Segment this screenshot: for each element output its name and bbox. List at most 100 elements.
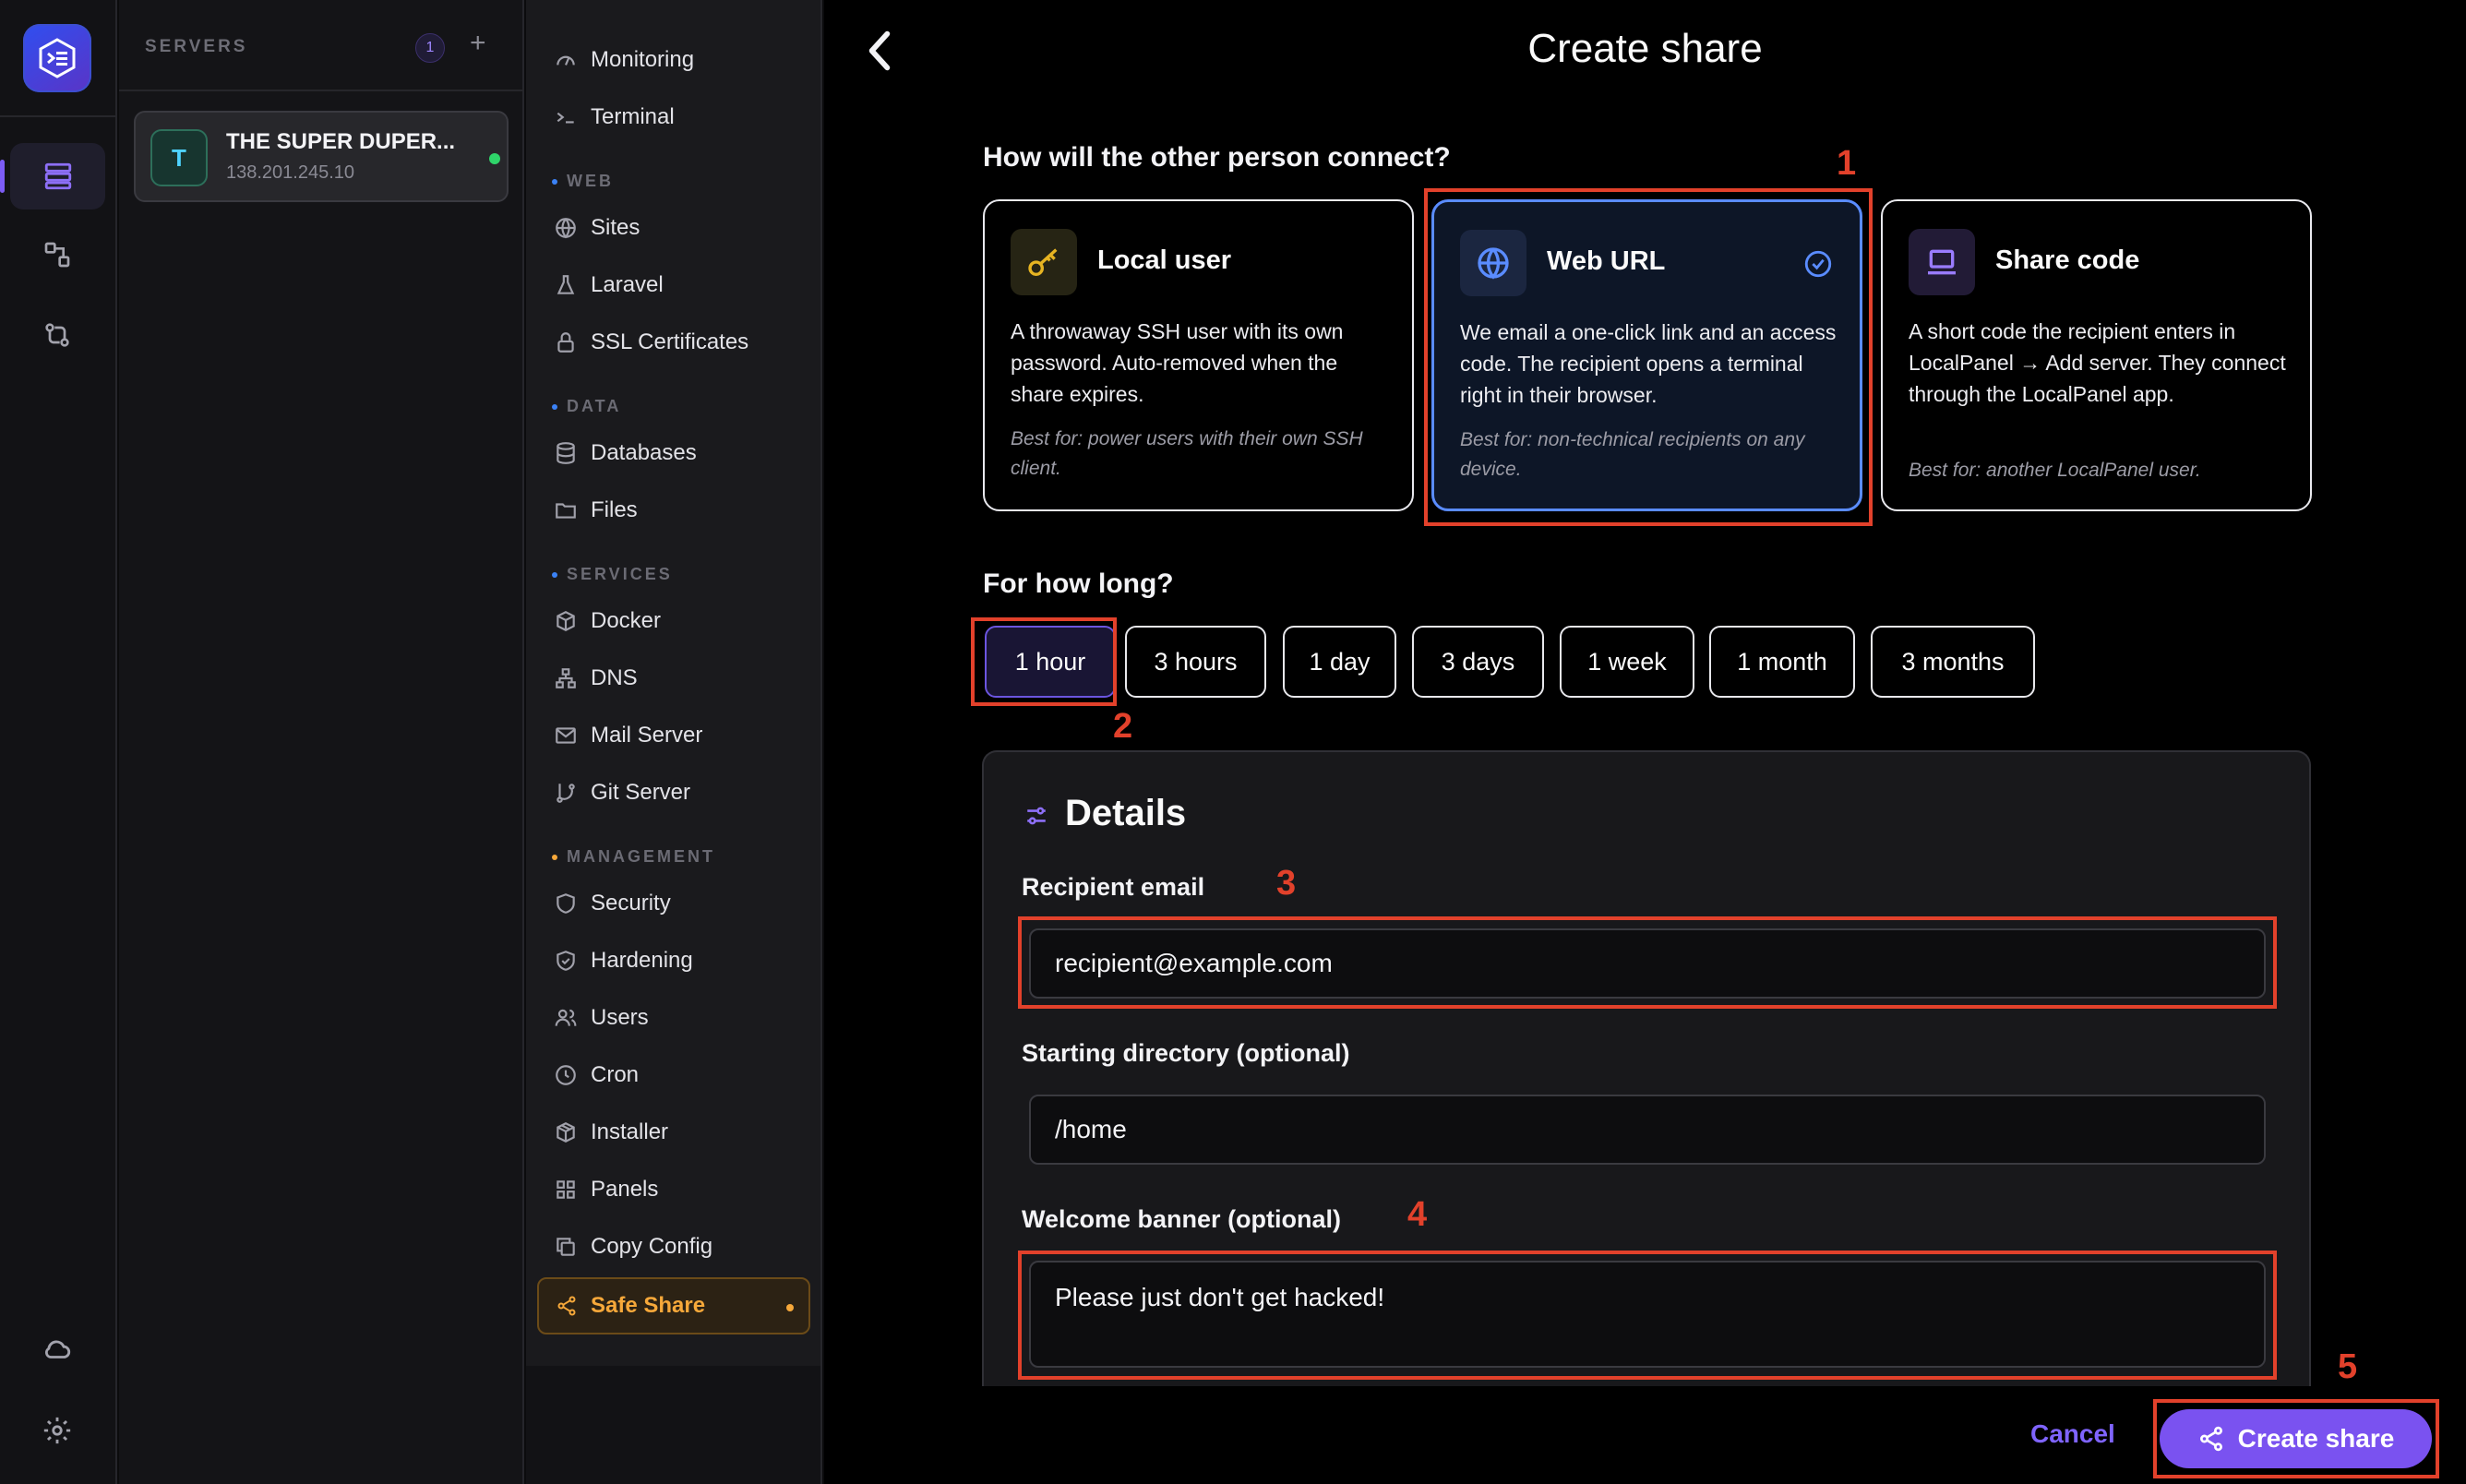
nav-item-dns[interactable]: DNS — [554, 660, 638, 697]
box-icon — [557, 611, 575, 631]
server-stack-icon — [44, 162, 71, 190]
rail-divider — [0, 115, 117, 117]
cloud-button[interactable] — [31, 1323, 83, 1375]
nav-label: Sites — [591, 215, 640, 240]
active-indicator-dot — [786, 1304, 794, 1311]
duration-option[interactable]: 1 day — [1283, 626, 1396, 698]
starting-directory-label: Starting directory (optional) — [1022, 1039, 1350, 1067]
nav-label: Safe Share — [591, 1293, 706, 1318]
option-description: A short code the recipient enters in Loc… — [1909, 319, 2286, 406]
nav-item-databases[interactable]: Databases — [554, 435, 697, 472]
nav-item-security[interactable]: Security — [554, 885, 671, 922]
option-best-for: Best for: another LocalPanel user. — [1909, 460, 2201, 481]
nav-section-services: SERVICES — [552, 565, 673, 584]
shield-check-icon — [557, 951, 575, 971]
annotation-box-2 — [971, 617, 1117, 706]
nav-label: Security — [591, 891, 671, 916]
nav-label: SSL Certificates — [591, 329, 749, 354]
annotation-box-3 — [1018, 916, 2277, 1009]
connect-question: How will the other person connect? — [983, 142, 1451, 173]
nav-section-data: DATA — [552, 397, 621, 416]
annotation-box-4 — [1018, 1251, 2277, 1380]
nav-item-hardening[interactable]: Hardening — [554, 942, 693, 979]
lock-icon — [557, 332, 574, 353]
nav-item-laravel[interactable]: Laravel — [554, 267, 664, 304]
annotation-box-5 — [2153, 1399, 2439, 1478]
topology-nav-button[interactable] — [31, 229, 83, 281]
welcome-banner-label: Welcome banner (optional) — [1022, 1205, 1342, 1233]
logo-icon — [39, 38, 76, 78]
globe-icon — [556, 218, 576, 239]
starting-directory-field[interactable]: /home — [1029, 1095, 2266, 1165]
page-title: Create share — [1527, 26, 1763, 71]
annotation-number-5: 5 — [2338, 1347, 2358, 1386]
sync-nav-button[interactable] — [31, 309, 83, 361]
nav-item-panels[interactable]: Panels — [554, 1171, 658, 1208]
server-name: THE SUPER DUPER... — [226, 129, 456, 154]
nav-label: DNS — [591, 665, 638, 690]
servers-divider — [119, 90, 524, 91]
nav-item-docker[interactable]: Docker — [554, 603, 661, 640]
settings-button[interactable] — [31, 1405, 83, 1456]
nav-section-title: SERVICES — [567, 565, 673, 583]
option-icon-box — [1909, 229, 1975, 295]
nav-section-web: WEB — [552, 172, 614, 191]
details-title: Details — [1065, 793, 1187, 833]
app-logo[interactable] — [23, 24, 91, 92]
copy-icon — [557, 1238, 575, 1256]
nav-item-monitoring[interactable]: Monitoring — [554, 42, 694, 78]
nav-label: Cron — [591, 1062, 640, 1087]
duration-option[interactable]: 1 month — [1709, 626, 1855, 698]
annotation-box-1 — [1424, 188, 1873, 526]
annotation-number-4: 4 — [1407, 1195, 1428, 1234]
servers-nav-button[interactable] — [0, 143, 105, 209]
nav-item-mail[interactable]: Mail Server — [554, 717, 702, 754]
duration-option[interactable]: 1 week — [1560, 626, 1694, 698]
option-title: Local user — [1097, 245, 1232, 275]
nav-item-terminal[interactable]: Terminal — [554, 99, 675, 136]
annotation-number-2: 2 — [1113, 707, 1133, 746]
nav-item-copy-config[interactable]: Copy Config — [554, 1228, 712, 1265]
package-icon — [557, 1122, 575, 1143]
key-icon — [1028, 248, 1058, 276]
duration-option[interactable]: 3 days — [1412, 626, 1544, 698]
git-compare-icon — [45, 323, 69, 347]
nav-item-git[interactable]: Git Server — [554, 774, 690, 811]
server-card[interactable]: T THE SUPER DUPER... 138.201.245.10 — [134, 111, 509, 202]
sliders-icon — [1027, 807, 1046, 825]
add-server-button[interactable]: + — [470, 28, 486, 59]
nav-item-ssl[interactable]: SSL Certificates — [554, 324, 748, 361]
duration-option[interactable]: 3 months — [1871, 626, 2035, 698]
network-icon — [556, 668, 576, 688]
server-status-dot — [489, 153, 500, 164]
shield-icon — [557, 893, 575, 914]
clock-icon — [556, 1065, 576, 1085]
cloud-icon — [44, 1340, 71, 1358]
annotation-number-3: 3 — [1276, 864, 1297, 903]
gauge-icon — [557, 55, 575, 66]
nav-item-users[interactable]: Users — [554, 999, 649, 1036]
nav-label: Copy Config — [591, 1234, 713, 1259]
nav-label: Hardening — [591, 948, 693, 973]
servers-panel: SERVERS 1 + T THE SUPER DUPER... 138.201… — [119, 0, 524, 1484]
topology-icon — [44, 242, 70, 268]
recipient-email-label: Recipient email — [1022, 873, 1205, 901]
nav-label: Mail Server — [591, 723, 703, 748]
cancel-button[interactable]: Cancel — [2030, 1419, 2115, 1449]
nav-item-sites[interactable]: Sites — [554, 209, 640, 246]
nav-label: Databases — [591, 440, 697, 465]
option-share-code[interactable]: Share code A short code the recipient en… — [1881, 199, 2312, 511]
server-avatar: T — [150, 129, 208, 186]
folder-icon — [556, 503, 576, 519]
share-icon — [557, 1296, 576, 1316]
nav-item-safe-share[interactable]: Safe Share — [537, 1277, 810, 1334]
nav-footer-area — [526, 1366, 822, 1484]
server-count-badge: 1 — [415, 33, 445, 63]
option-local-user[interactable]: Local user A throwaway SSH user with its… — [983, 199, 1414, 511]
nav-item-cron[interactable]: Cron — [554, 1057, 639, 1094]
nav-section-management: MANAGEMENT — [552, 847, 715, 867]
nav-item-files[interactable]: Files — [554, 492, 638, 529]
nav-item-installer[interactable]: Installer — [554, 1114, 668, 1151]
nav-label: Files — [591, 497, 638, 522]
duration-option[interactable]: 3 hours — [1125, 626, 1266, 698]
